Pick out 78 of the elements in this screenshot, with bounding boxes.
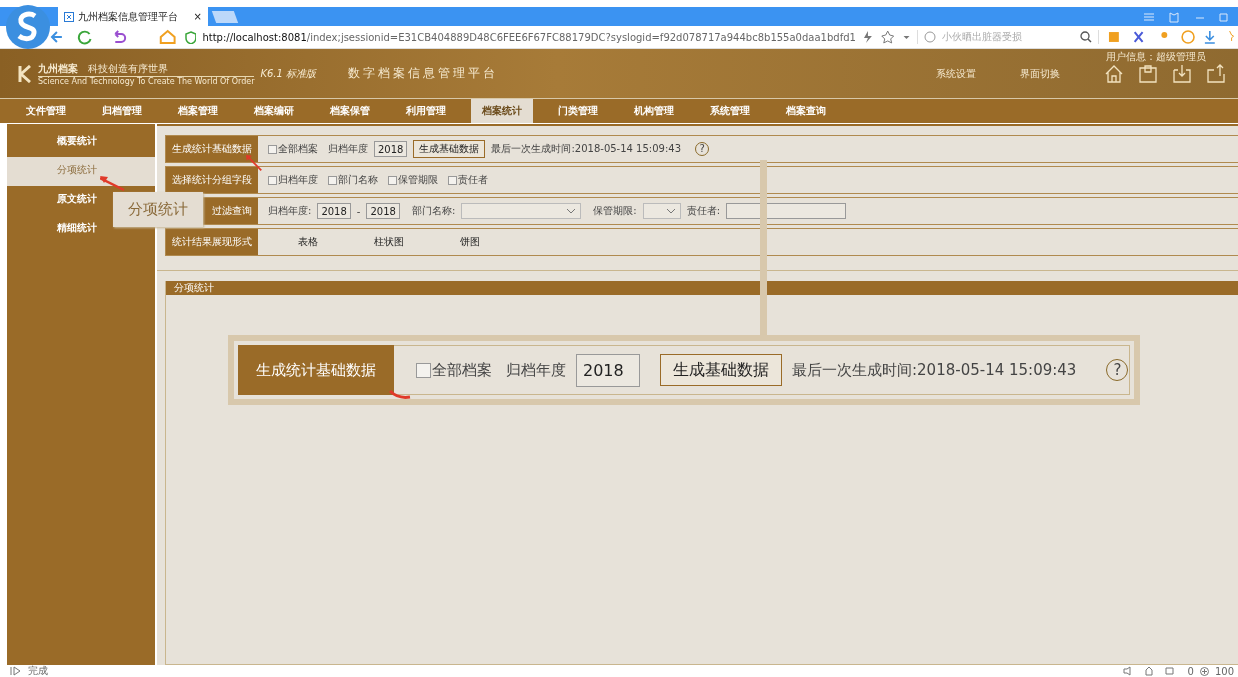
row-label: 选择统计分组字段 — [166, 167, 258, 193]
header-link[interactable]: 界面切换 — [1020, 67, 1060, 81]
panel-title: 分项统计 — [166, 281, 1238, 295]
zoom-level[interactable]: 100 — [1214, 665, 1234, 677]
row-label: 生成统计基础数据 — [238, 345, 394, 395]
generate-button[interactable]: 生成基础数据 — [660, 354, 782, 386]
nav-buttons-icon[interactable] — [50, 29, 179, 45]
slogan: 科技创造有序世界 — [88, 62, 168, 74]
chevron-down-icon — [665, 208, 676, 214]
checkbox[interactable]: 责任者 — [448, 173, 488, 187]
version-label: K6.1 标准版 — [260, 66, 317, 81]
archive-icon[interactable] — [1138, 64, 1158, 84]
checkbox[interactable]: 保管期限 — [388, 173, 438, 187]
download-count: 0 — [1187, 665, 1194, 677]
download-icon[interactable] — [1172, 64, 1192, 84]
sidebar-item[interactable]: 分项统计 — [7, 157, 155, 186]
tab-title: 九州档案信息管理平台 — [78, 9, 178, 24]
last-generated-time: 最后一次生成时间:2018-05-14 15:09:43 — [792, 360, 1077, 380]
field-label: 归档年度 — [328, 142, 368, 156]
nav-tab[interactable]: 系统管理 — [692, 99, 768, 123]
tagline: Science And Technology To Create The World Of Order — [38, 75, 255, 86]
display-option[interactable]: 饼图 — [435, 235, 505, 249]
row-label: 生成统计基础数据 — [166, 136, 258, 162]
new-tab-button[interactable] — [211, 10, 239, 23]
range-separator: - — [356, 205, 361, 217]
app-title: 数字档案信息管理平台 — [348, 65, 499, 82]
nav-tab[interactable]: 文件管理 — [8, 99, 84, 123]
year-to-field[interactable]: 2018 — [366, 203, 400, 219]
zoom-callout-tooltip: 分项统计 — [113, 192, 203, 227]
sidebar-item[interactable]: 概要统计 — [7, 128, 155, 157]
checkbox[interactable]: 全部档案 — [416, 360, 492, 380]
checkbox[interactable]: 部门名称 — [328, 173, 378, 187]
field-label: 责任者: — [686, 204, 720, 218]
checkbox[interactable]: 归档年度 — [268, 173, 318, 187]
brand-name: 九州档案 — [38, 62, 78, 74]
display-option[interactable]: 表格 — [273, 235, 343, 249]
year-field[interactable]: 2018 — [576, 353, 640, 387]
last-generated-time: 最后一次生成时间:2018-05-14 15:09:43 — [491, 142, 682, 156]
nav-tab[interactable]: 门类管理 — [540, 99, 616, 123]
year-from-field[interactable]: 2018 — [317, 203, 351, 219]
sidebar-toggle-icon[interactable] — [10, 666, 22, 676]
row-label: 统计结果展现形式 — [166, 229, 258, 255]
logo-icon — [18, 64, 32, 83]
display-option[interactable]: 柱状图 — [354, 235, 424, 249]
generate-button[interactable]: 生成基础数据 — [413, 140, 486, 158]
nav-tab[interactable]: 档案保管 — [312, 99, 388, 123]
chevron-down-icon — [566, 208, 577, 214]
header-link[interactable]: 系统设置 — [936, 67, 976, 81]
field-label: 保管期限: — [593, 204, 637, 218]
bookmark-icons[interactable] — [861, 30, 912, 44]
share-icon[interactable] — [1206, 64, 1226, 84]
search-icon[interactable] — [1080, 31, 1093, 43]
home-icon[interactable] — [1104, 64, 1124, 84]
person-field[interactable] — [726, 203, 846, 219]
nav-tab[interactable]: 档案查询 — [768, 99, 844, 123]
nav-tab[interactable]: 档案编研 — [236, 99, 312, 123]
field-label: 部门名称: — [411, 204, 456, 218]
browser-logo-icon — [4, 4, 52, 50]
browser-tab[interactable]: 九州档案信息管理平台 × — [58, 7, 208, 26]
address-field[interactable]: http://localhost:8081/index;jsessionid=E31CB404889D48C6FEE6F67FC88179DC?syslogid=f92d078717a944bc8b155a0daa1bdfd1 — [202, 31, 856, 43]
field-label: 归档年度 — [506, 360, 566, 380]
nav-tab[interactable]: 归档管理 — [84, 99, 160, 123]
nav-tab[interactable]: 机构管理 — [616, 99, 692, 123]
search-engine-icon — [924, 31, 937, 43]
tab-close-button[interactable]: × — [193, 11, 202, 22]
nav-tab[interactable]: 档案管理 — [160, 99, 236, 123]
arrow-drawing — [100, 176, 126, 192]
arrow-drawing — [246, 155, 262, 171]
shield-icon — [184, 30, 197, 44]
field-label: 归档年度: — [268, 204, 312, 218]
user-info: 用户信息：超级管理员 — [1106, 50, 1206, 64]
nav-tab[interactable]: 利用管理 — [388, 99, 464, 123]
year-field[interactable]: 2018 — [374, 141, 408, 157]
page-icon — [64, 11, 74, 22]
status-text: 完成 — [28, 664, 48, 677]
checkbox[interactable]: 全部档案 — [268, 142, 318, 156]
nav-tab[interactable]: 档案统计 — [471, 99, 533, 123]
zoom-icon[interactable] — [1199, 666, 1209, 676]
